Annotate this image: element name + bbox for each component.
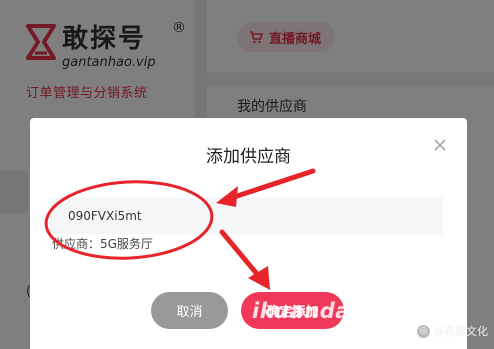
corner-watermark-text: @孔蒙文化 bbox=[433, 325, 488, 338]
watermark-badge-icon: ◎ bbox=[417, 324, 430, 338]
dialog-title: 添加供应商 bbox=[206, 147, 291, 167]
close-icon[interactable] bbox=[433, 138, 447, 152]
supplier-code-input[interactable] bbox=[50, 198, 443, 234]
site-watermark: ikuandai.cn bbox=[252, 299, 395, 323]
cancel-button[interactable]: 取消 bbox=[151, 292, 228, 329]
supplier-info: 供应商：5G服务厅 bbox=[52, 237, 153, 251]
add-supplier-dialog: 添加供应商 供应商：5G服务厅 取消 确定添加 bbox=[30, 118, 467, 349]
corner-watermark: ◎ @孔蒙文化 bbox=[417, 323, 488, 339]
